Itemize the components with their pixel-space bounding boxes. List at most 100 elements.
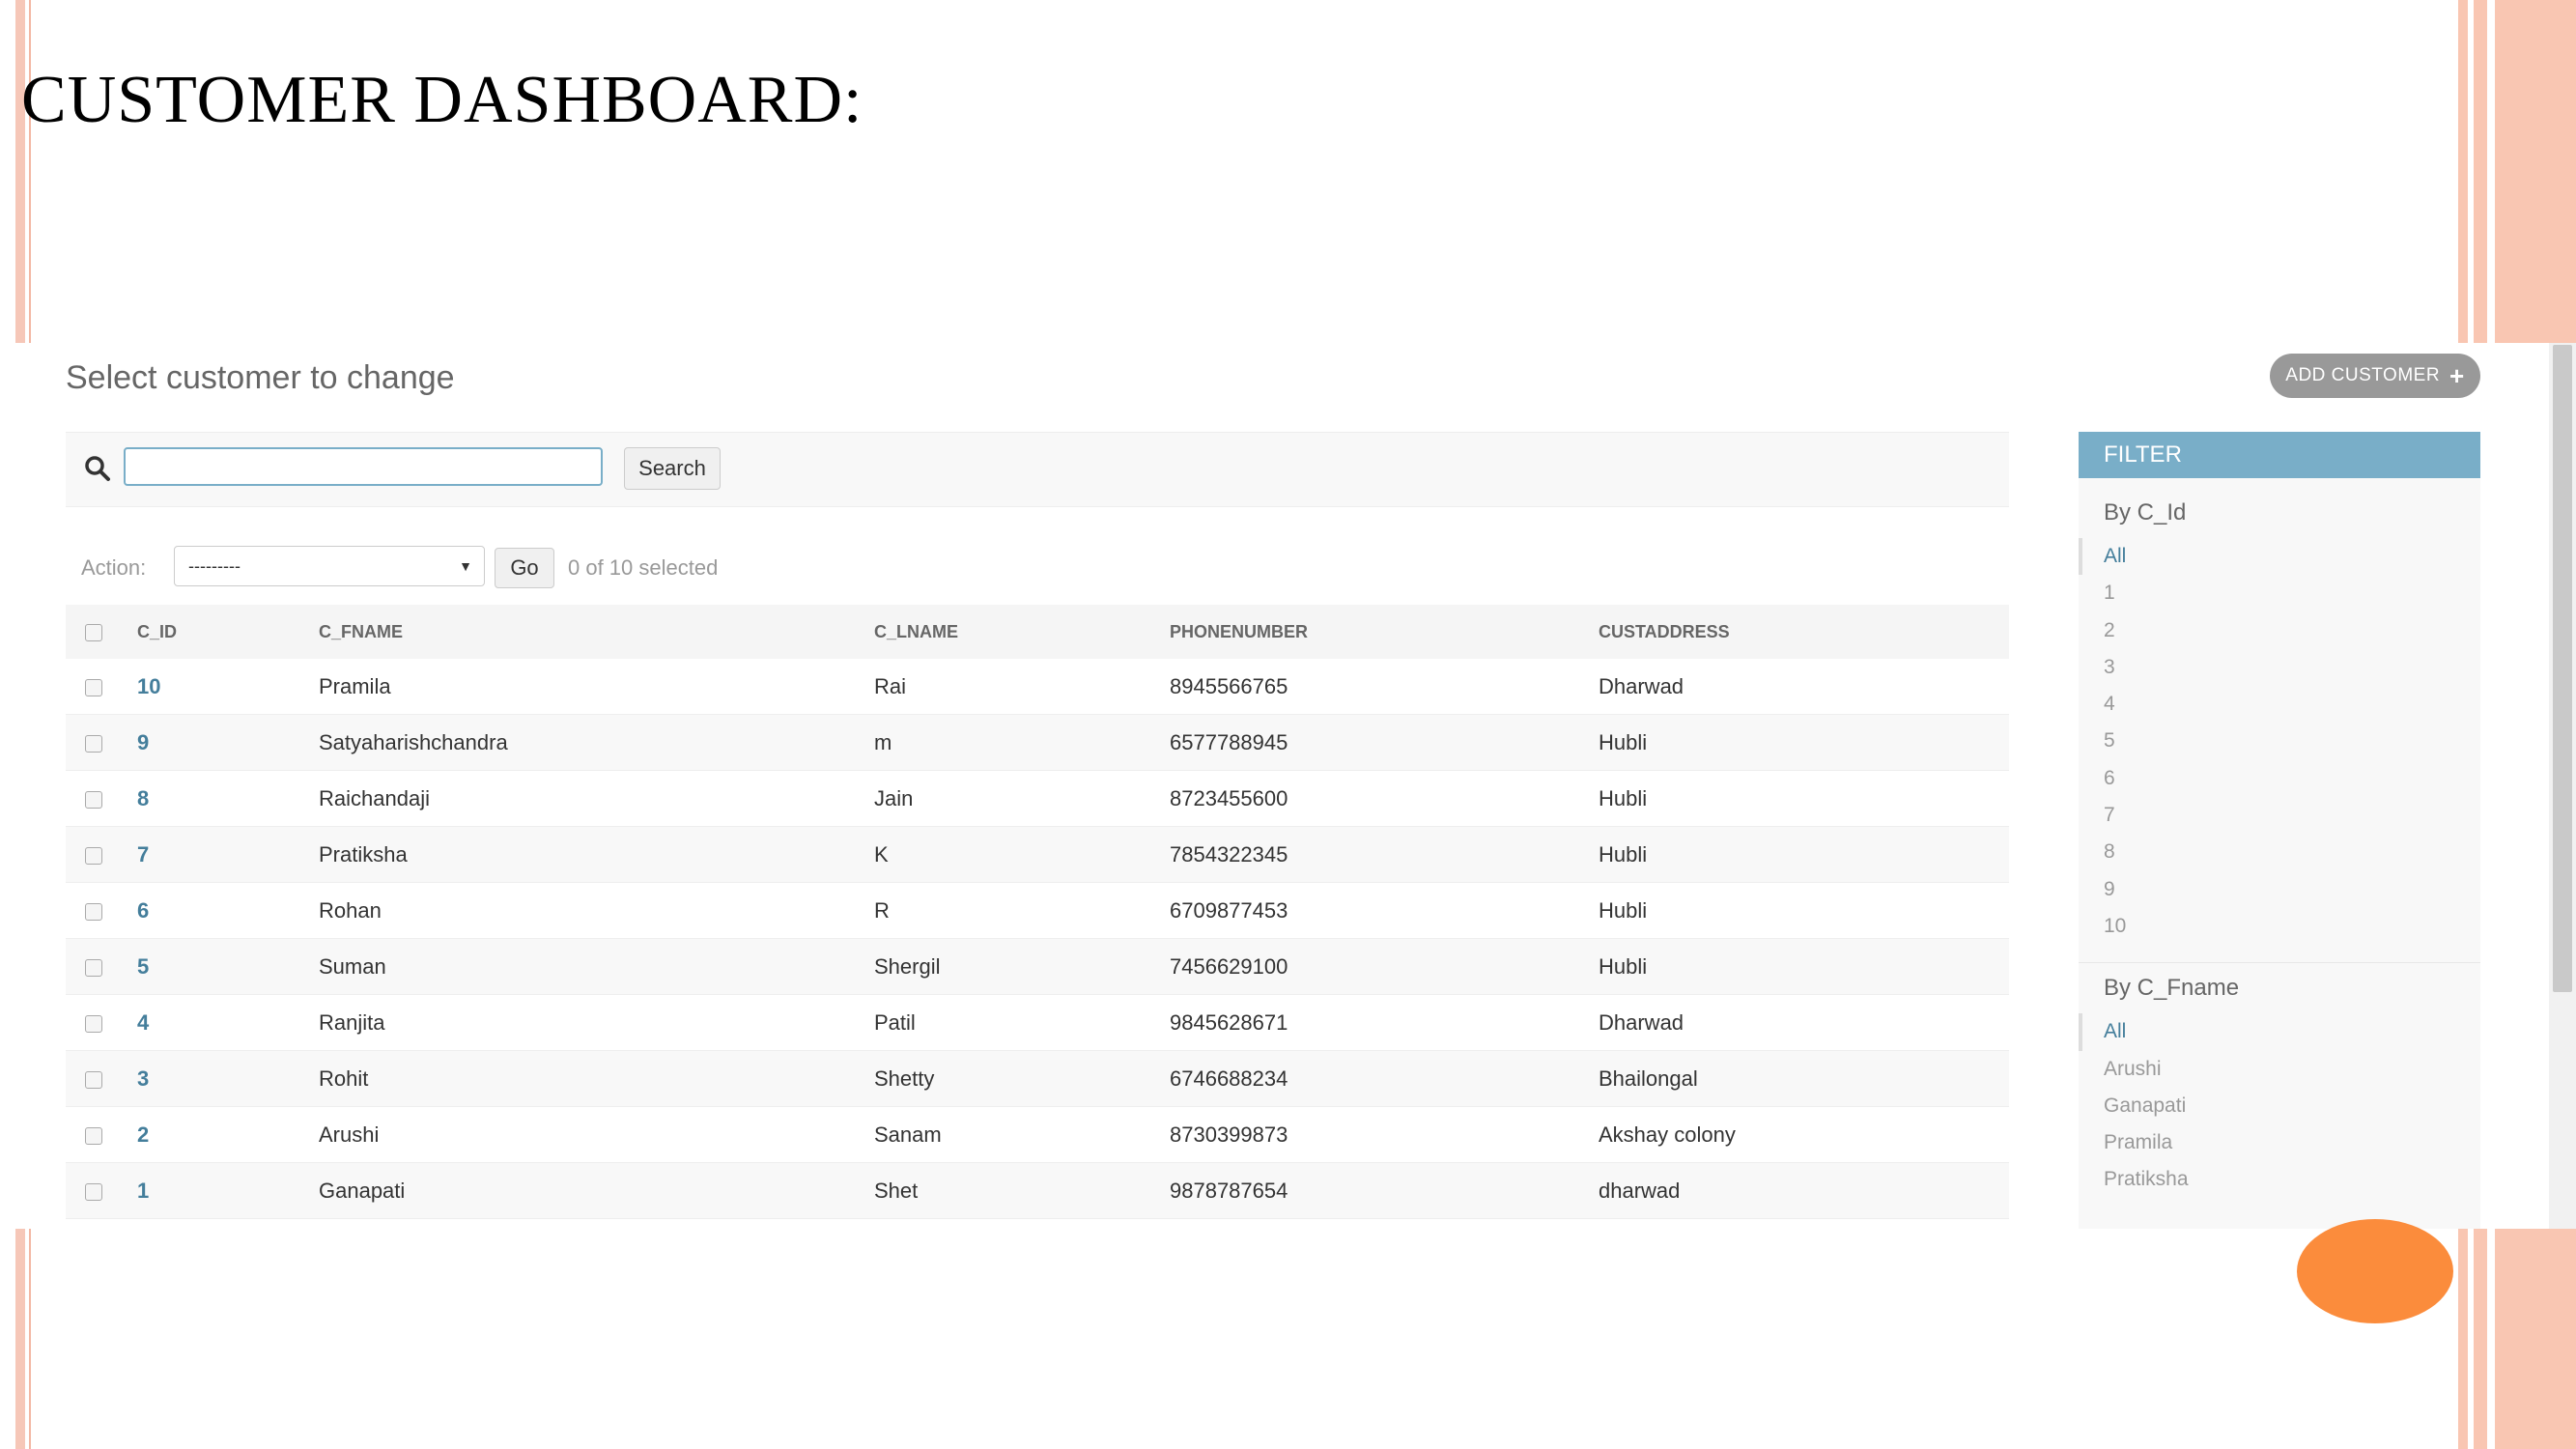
table-row: 7 Pratiksha K 7854322345 Hubli	[66, 826, 2009, 883]
column-header-custaddress[interactable]: CUSTADDRESS	[1599, 605, 2009, 659]
slide-left-line-bottom	[29, 1229, 31, 1449]
go-button[interactable]: Go	[495, 548, 554, 588]
cell-custaddress: Hubli	[1599, 714, 2009, 771]
customer-id-link[interactable]: 5	[137, 954, 149, 979]
page-title: Select customer to change	[66, 359, 455, 396]
cell-c-id: 7	[137, 826, 319, 883]
action-select[interactable]: --------- ▼	[174, 546, 485, 586]
cell-phonenumber: 8723455600	[1170, 770, 1599, 827]
filter-item-all[interactable]: All	[2079, 538, 2480, 576]
filter-item[interactable]: 5	[2079, 723, 2480, 759]
filter-panel: FILTER By C_Id All 1 2 3 4 5 6 7 8 9 10 …	[2079, 432, 2480, 1229]
customer-id-link[interactable]: 3	[137, 1066, 149, 1091]
row-checkbox[interactable]	[85, 790, 102, 809]
filter-item[interactable]: Pratiksha	[2079, 1161, 2480, 1198]
filter-item[interactable]: Ganapati	[2079, 1088, 2480, 1124]
slide-right-stripes-bottom	[2458, 1229, 2576, 1449]
cell-c-lname: R	[874, 882, 1170, 939]
row-checkbox[interactable]	[85, 1182, 102, 1201]
cell-c-lname: Shet	[874, 1162, 1170, 1219]
caret-down-icon: ▼	[459, 558, 472, 574]
filter-list-c-id: All 1 2 3 4 5 6 7 8 9 10	[2079, 538, 2480, 945]
filter-item[interactable]: 2	[2079, 612, 2480, 649]
add-customer-button[interactable]: ADD CUSTOMER +	[2270, 354, 2480, 398]
cell-c-id: 8	[137, 770, 319, 827]
cell-c-fname: Pratiksha	[319, 826, 874, 883]
row-checkbox-cell	[66, 826, 137, 883]
cell-custaddress: Hubli	[1599, 882, 2009, 939]
filter-list-c-fname: All Arushi Ganapati Pramila Pratiksha	[2079, 1013, 2480, 1198]
row-checkbox[interactable]	[85, 902, 102, 921]
customer-id-link[interactable]: 4	[137, 1010, 149, 1035]
cell-c-fname: Raichandaji	[319, 770, 874, 827]
customer-id-link[interactable]: 7	[137, 842, 149, 867]
row-checkbox-cell	[66, 1162, 137, 1219]
customer-id-link[interactable]: 8	[137, 786, 149, 810]
cell-c-fname: Ranjita	[319, 994, 874, 1051]
filter-item[interactable]: Arushi	[2079, 1051, 2480, 1088]
row-checkbox[interactable]	[85, 1126, 102, 1145]
search-button[interactable]: Search	[624, 447, 721, 490]
cell-c-lname: Sanam	[874, 1106, 1170, 1163]
column-header-c-id[interactable]: C_ID	[137, 605, 319, 659]
filter-item[interactable]: 6	[2079, 760, 2480, 797]
filter-item[interactable]: 7	[2079, 797, 2480, 834]
table-row: 1 Ganapati Shet 9878787654 dharwad	[66, 1162, 2009, 1219]
customer-id-link[interactable]: 10	[137, 674, 160, 698]
vertical-scrollbar[interactable]	[2549, 343, 2576, 1229]
table-row: 9 Satyaharishchandra m 6577788945 Hubli	[66, 714, 2009, 771]
row-checkbox-cell	[66, 938, 137, 995]
search-toolbar: Search	[66, 432, 2009, 507]
row-checkbox-cell	[66, 994, 137, 1051]
admin-screenshot: Select customer to change ADD CUSTOMER +…	[15, 343, 2576, 1229]
column-header-c-lname[interactable]: C_LNAME	[874, 605, 1170, 659]
customer-id-link[interactable]: 1	[137, 1179, 149, 1203]
filter-item[interactable]: 4	[2079, 686, 2480, 723]
row-checkbox-cell	[66, 882, 137, 939]
cell-c-lname: m	[874, 714, 1170, 771]
plus-icon: +	[2449, 361, 2465, 390]
cell-c-fname: Satyaharishchandra	[319, 714, 874, 771]
column-header-phonenumber[interactable]: PHONENUMBER	[1170, 605, 1599, 659]
customer-id-link[interactable]: 2	[137, 1122, 149, 1147]
select-all-checkbox[interactable]	[85, 623, 102, 641]
scrollbar-thumb[interactable]	[2553, 345, 2572, 992]
row-checkbox[interactable]	[85, 1070, 102, 1089]
table-header-row: C_ID C_FNAME C_LNAME PHONENUMBER CUSTADD…	[66, 605, 2009, 659]
table-row: 6 Rohan R 6709877453 Hubli	[66, 882, 2009, 939]
filter-item[interactable]: 8	[2079, 834, 2480, 870]
column-header-c-fname[interactable]: C_FNAME	[319, 605, 874, 659]
action-select-value: ---------	[188, 556, 241, 576]
table-row: 4 Ranjita Patil 9845628671 Dharwad	[66, 994, 2009, 1051]
filter-item[interactable]: 10	[2079, 908, 2480, 945]
customer-id-link[interactable]: 9	[137, 730, 149, 754]
filter-group-title-c-id: By C_Id	[2104, 499, 2187, 526]
cell-c-lname: K	[874, 826, 1170, 883]
cell-custaddress: dharwad	[1599, 1162, 2009, 1219]
cell-phonenumber: 8730399873	[1170, 1106, 1599, 1163]
filter-item[interactable]: 9	[2079, 871, 2480, 908]
row-checkbox[interactable]	[85, 734, 102, 753]
filter-item[interactable]: 3	[2079, 649, 2480, 686]
row-checkbox[interactable]	[85, 1014, 102, 1033]
row-checkbox-cell	[66, 1106, 137, 1163]
cell-phonenumber: 9878787654	[1170, 1162, 1599, 1219]
cell-custaddress: Dharwad	[1599, 659, 2009, 715]
row-checkbox[interactable]	[85, 846, 102, 865]
row-checkbox-cell	[66, 659, 137, 715]
cell-c-fname: Rohit	[319, 1050, 874, 1107]
cell-phonenumber: 6577788945	[1170, 714, 1599, 771]
row-checkbox[interactable]	[85, 678, 102, 696]
add-customer-label: ADD CUSTOMER	[2285, 365, 2441, 385]
cell-c-id: 4	[137, 994, 319, 1051]
search-icon	[85, 456, 110, 481]
search-input[interactable]	[124, 447, 603, 486]
filter-item-all[interactable]: All	[2079, 1013, 2480, 1051]
filter-item[interactable]: Pramila	[2079, 1124, 2480, 1161]
cell-custaddress: Akshay colony	[1599, 1106, 2009, 1163]
cell-c-fname: Suman	[319, 938, 874, 995]
filter-item[interactable]: 1	[2079, 575, 2480, 611]
customer-id-link[interactable]: 6	[137, 898, 149, 923]
row-checkbox[interactable]	[85, 958, 102, 977]
cell-c-fname: Pramila	[319, 659, 874, 715]
